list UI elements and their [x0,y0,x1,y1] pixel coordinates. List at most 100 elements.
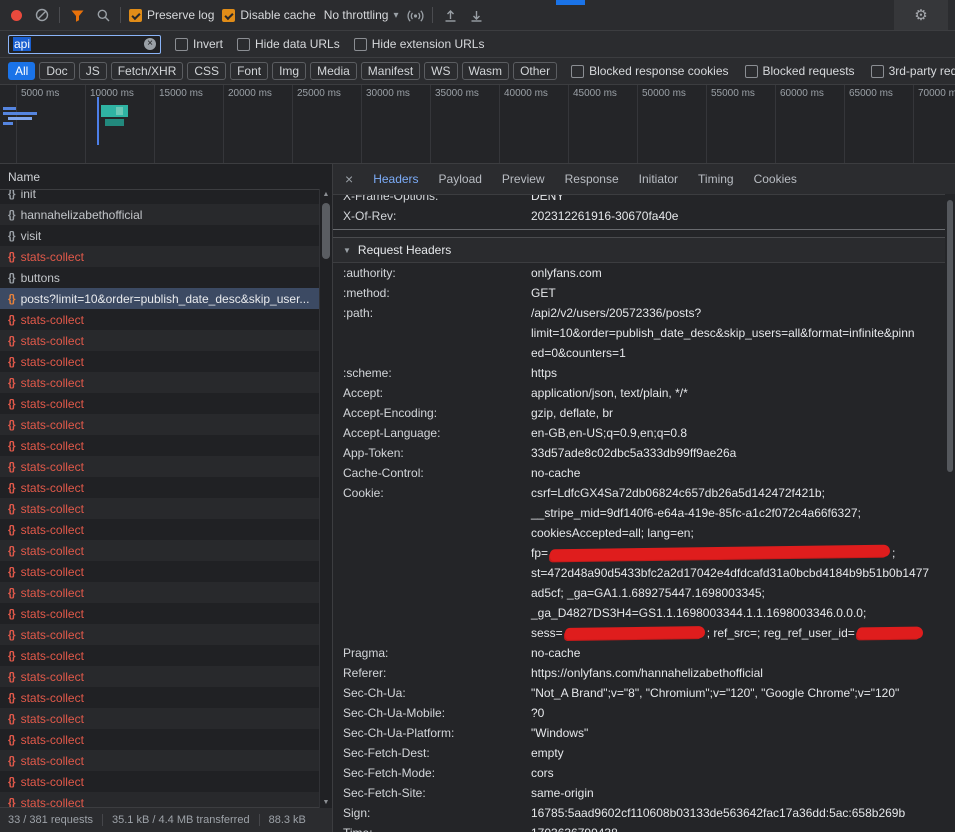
request-row-stats-collect[interactable]: {}stats-collect [0,414,332,435]
overview-tick: 50000 ms [637,85,706,163]
hide-data-urls-checkbox[interactable]: Hide data URLs [237,37,340,51]
request-row-hannahelizabethofficial[interactable]: {}hannahelizabethofficial [0,204,332,225]
selected-time-marker [97,97,99,145]
request-headers-section-header[interactable]: ▼Request Headers [333,237,955,263]
settings-gear-icon[interactable]: ⚙ [914,6,927,24]
scroll-down-icon[interactable]: ▼ [320,799,332,806]
request-row-stats-collect[interactable]: {}stats-collect [0,645,332,666]
scrollbar-thumb[interactable] [322,203,330,259]
header-name: :authority: [343,263,531,283]
request-row-init[interactable]: {}init [0,190,332,204]
type-filter-js[interactable]: JS [79,62,107,80]
request-row-visit[interactable]: {}visit [0,225,332,246]
preserve-log-checkbox[interactable]: Preserve log [129,8,214,22]
request-row-stats-collect[interactable]: {}stats-collect [0,456,332,477]
request-row-stats-collect[interactable]: {}stats-collect [0,351,332,372]
script-file-icon: {} [8,671,15,683]
type-filter-manifest[interactable]: Manifest [361,62,420,80]
header-name: Cache-Control: [343,463,531,483]
hide-extension-urls-checkbox[interactable]: Hide extension URLs [354,37,485,51]
request-row-stats-collect[interactable]: {}stats-collect [0,708,332,729]
script-file-icon: {} [8,587,15,599]
toolbar-divider [120,7,121,23]
request-row-stats-collect[interactable]: {}stats-collect [0,477,332,498]
request-row-stats-collect[interactable]: {}stats-collect [0,561,332,582]
filter-input[interactable]: api × [8,35,161,54]
tab-timing[interactable]: Timing [688,164,744,194]
request-row-stats-collect[interactable]: {}stats-collect [0,519,332,540]
waterfall-bar [3,112,37,115]
type-filter-other[interactable]: Other [513,62,557,80]
checkbox-box [871,65,884,78]
type-filter-wasm[interactable]: Wasm [462,62,510,80]
details-scrollbar[interactable] [945,194,955,832]
waterfall-bar [116,107,123,115]
close-details-icon[interactable]: × [333,171,363,187]
filter-toggle-button[interactable] [68,6,86,24]
header-row: X-Frame-Options:DENY [333,195,955,206]
clear-filter-icon[interactable]: × [144,38,156,50]
scroll-up-icon[interactable]: ▲ [320,191,332,198]
request-row-stats-collect[interactable]: {}stats-collect [0,729,332,750]
request-row-stats-collect[interactable]: {}stats-collect [0,498,332,519]
tab-response[interactable]: Response [555,164,629,194]
record-button[interactable] [7,6,25,24]
request-list-scrollbar[interactable]: ▲ ▼ [319,189,332,808]
tab-headers[interactable]: Headers [363,164,428,194]
request-row-stats-collect[interactable]: {}stats-collect [0,309,332,330]
type-filter-doc[interactable]: Doc [39,62,74,80]
request-row-stats-collect[interactable]: {}stats-collect [0,792,332,807]
clear-button[interactable] [33,6,51,24]
request-row-stats-collect[interactable]: {}stats-collect [0,582,332,603]
request-row-stats-collect[interactable]: {}stats-collect [0,624,332,645]
type-filter-img[interactable]: Img [272,62,306,80]
type-filter-all[interactable]: All [8,62,35,80]
request-row-stats-collect[interactable]: {}stats-collect [0,330,332,351]
invert-checkbox[interactable]: Invert [175,37,223,51]
tab-cookies[interactable]: Cookies [744,164,807,194]
type-filter-fetch-xhr[interactable]: Fetch/XHR [111,62,184,80]
tab-payload[interactable]: Payload [429,164,492,194]
script-file-icon: {} [8,377,15,389]
scrollbar-thumb[interactable] [947,200,953,472]
header-name: Sec-Ch-Ua-Mobile: [343,703,531,723]
request-row-stats-collect[interactable]: {}stats-collect [0,687,332,708]
request-row-stats-collect[interactable]: {}stats-collect [0,246,332,267]
header-value: "Not_A Brand";v="8", "Chromium";v="120",… [531,683,939,703]
request-row-stats-collect[interactable]: {}stats-collect [0,540,332,561]
tab-preview[interactable]: Preview [492,164,555,194]
request-row-stats-collect[interactable]: {}stats-collect [0,666,332,687]
type-filter-media[interactable]: Media [310,62,357,80]
request-row-stats-collect[interactable]: {}stats-collect [0,750,332,771]
header-row: Time:1703636799438 [333,823,955,832]
import-har-button[interactable] [441,6,459,24]
request-row-posts-limit-10-order-publish-date-desc-s[interactable]: {}posts?limit=10&order=publish_date_desc… [0,288,332,309]
request-row-stats-collect[interactable]: {}stats-collect [0,372,332,393]
section-title: Request Headers [358,243,451,257]
type-filter-ws[interactable]: WS [424,62,457,80]
header-value: cors [531,763,939,783]
disable-cache-checkbox[interactable]: Disable cache [222,8,315,22]
header-value: https [531,363,939,383]
export-har-button[interactable] [467,6,485,24]
throttling-select[interactable]: No throttling ▾ [324,8,399,22]
3rd-party-requests-checkbox[interactable]: 3rd-party requests [871,64,955,78]
request-row-buttons[interactable]: {}buttons [0,267,332,288]
blocked-requests-checkbox[interactable]: Blocked requests [745,64,855,78]
waterfall-overview[interactable]: 5000 ms10000 ms15000 ms20000 ms25000 ms3… [0,85,955,164]
network-conditions-button[interactable] [406,6,424,24]
request-row-stats-collect[interactable]: {}stats-collect [0,603,332,624]
waterfall-bar [8,117,32,120]
header-row: App-Token:33d57ade8c02dbc5a333db99ff9ae2… [333,443,955,463]
tab-initiator[interactable]: Initiator [629,164,688,194]
type-filter-css[interactable]: CSS [187,62,226,80]
name-column-header[interactable]: Name [0,164,332,190]
request-row-stats-collect[interactable]: {}stats-collect [0,771,332,792]
type-filter-font[interactable]: Font [230,62,268,80]
request-row-stats-collect[interactable]: {}stats-collect [0,393,332,414]
request-row-stats-collect[interactable]: {}stats-collect [0,435,332,456]
script-file-icon: {} [8,461,15,473]
search-button[interactable] [94,6,112,24]
blocked-response-cookies-checkbox[interactable]: Blocked response cookies [571,64,728,78]
waterfall-bar [3,107,16,110]
